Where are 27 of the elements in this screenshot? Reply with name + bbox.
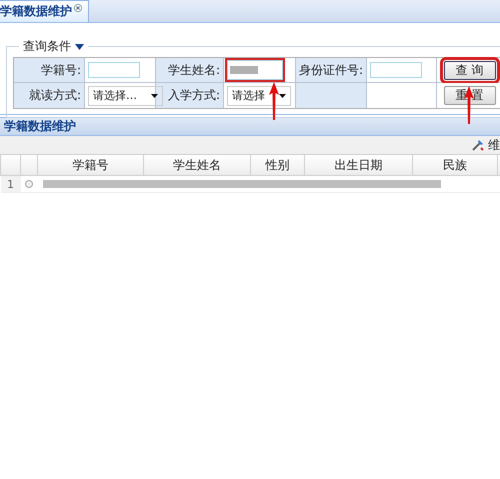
legend-title: 查询条件: [23, 38, 71, 55]
select-dropdown[interactable]: 请选择…: [88, 86, 163, 106]
field-label: 学生姓名:: [156, 58, 223, 82]
page-tab[interactable]: 学籍数据维护: [0, 0, 89, 22]
field-label: 身份证件号:: [296, 58, 366, 82]
field-label: 学籍号:: [14, 58, 84, 82]
text-field[interactable]: [88, 62, 140, 78]
select-dropdown[interactable]: 请选择: [227, 86, 291, 106]
close-icon[interactable]: [74, 4, 82, 12]
collapse-icon[interactable]: [75, 44, 84, 50]
row-radio[interactable]: [25, 180, 33, 188]
caret-icon: [279, 94, 286, 98]
column-header[interactable]: 学籍号: [38, 155, 144, 176]
tools-icon[interactable]: [471, 138, 485, 152]
annotation-arrow: [269, 82, 279, 120]
toolbar-action[interactable]: 维: [488, 136, 500, 154]
column-header[interactable]: 学生姓名: [144, 155, 250, 176]
caret-icon: [151, 94, 158, 98]
row-number: 1: [7, 178, 14, 190]
column-header[interactable]: 性别: [250, 155, 304, 176]
text-field[interactable]: [227, 60, 283, 80]
field-label: 就读方式:: [14, 83, 84, 108]
field-label: 入学方式:: [156, 83, 223, 108]
section-title: 学籍数据维护: [4, 118, 76, 135]
column-header[interactable]: 民族: [412, 155, 498, 176]
column-header[interactable]: 出生日期: [304, 155, 412, 176]
text-field[interactable]: [370, 62, 422, 78]
